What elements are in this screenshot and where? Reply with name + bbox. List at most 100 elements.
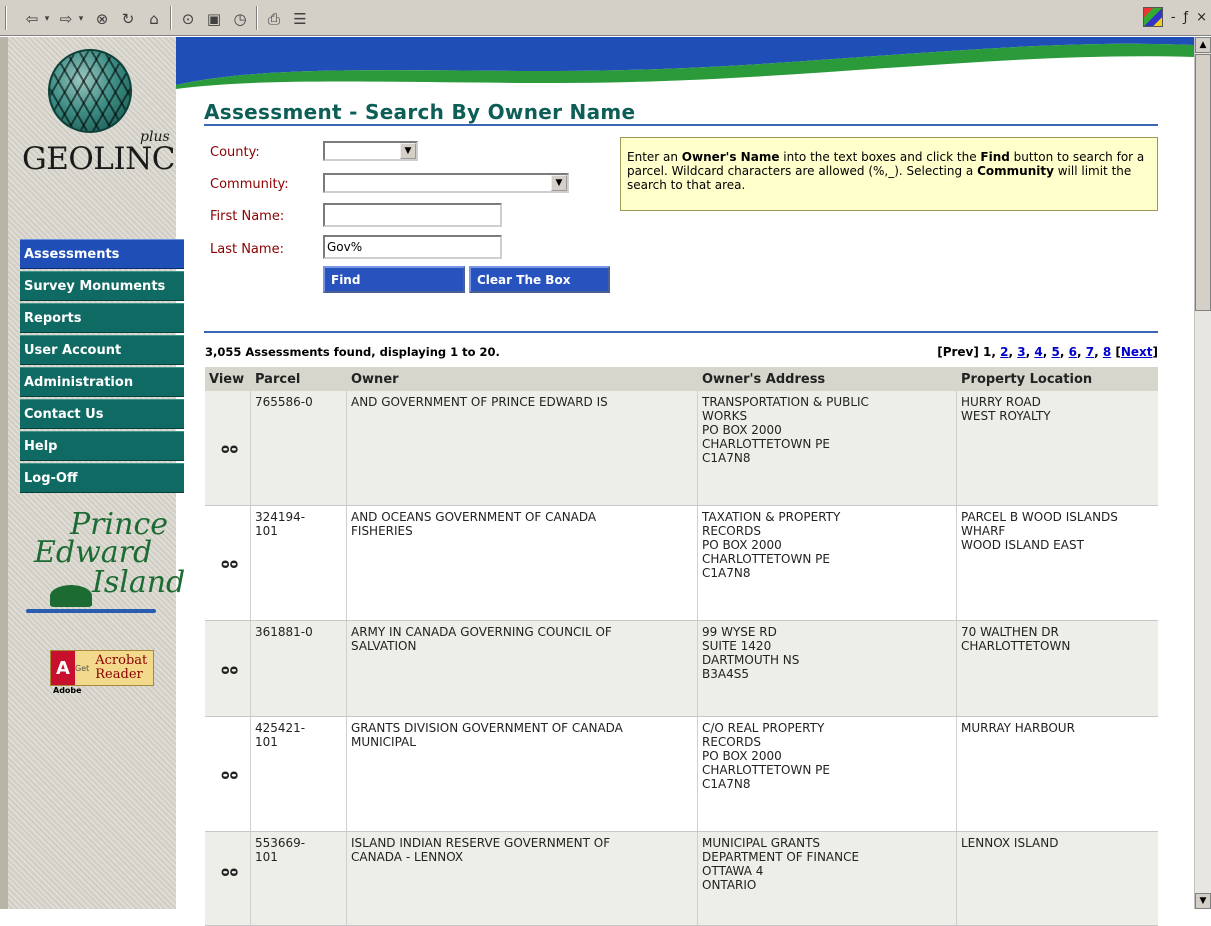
- refresh-icon[interactable]: ↻: [118, 9, 138, 29]
- view-cell: ᴑᴑ: [205, 717, 251, 831]
- help-text: Enter an: [627, 150, 682, 164]
- view-cell: ᴑᴑ: [205, 621, 251, 716]
- parcel-cell: 324194- 101: [251, 506, 347, 620]
- adobe-label: Adobe: [53, 686, 82, 695]
- last-name-label: Last Name:: [210, 242, 284, 257]
- divider: [204, 331, 1158, 333]
- brand-logo: GEOLINC: [22, 141, 175, 177]
- scroll-up-icon[interactable]: ▲: [1195, 37, 1211, 53]
- scroll-thumb[interactable]: [1195, 54, 1211, 311]
- table-row: ᴑᴑ 765586-0 AND GOVERNMENT OF PRINCE EDW…: [205, 391, 1158, 506]
- result-count: 3,055 Assessments found, displaying 1 to…: [205, 345, 500, 359]
- address-cell: 99 WYSE RD SUITE 1420 DARTMOUTH NS B3A4S…: [698, 621, 957, 716]
- nav-item-assessments[interactable]: Assessments: [20, 239, 184, 269]
- page-link[interactable]: 3: [1017, 345, 1025, 359]
- toolbar-separator: [256, 6, 258, 30]
- first-name-input[interactable]: [323, 203, 502, 227]
- page-link[interactable]: 6: [1069, 345, 1077, 359]
- back-icon[interactable]: ⇦: [22, 9, 42, 29]
- sidebar: GEOLINC plus Assessments Survey Monument…: [0, 37, 185, 909]
- back-dropdown-icon[interactable]: ▾: [42, 9, 52, 29]
- chevron-down-icon[interactable]: ▼: [551, 175, 567, 191]
- wave-icon: [26, 609, 156, 613]
- header-parcel: Parcel: [255, 371, 301, 387]
- pei-logo[interactable]: Prince Edward Island: [22, 507, 185, 617]
- page-link[interactable]: 4: [1034, 345, 1042, 359]
- owner-cell: AND GOVERNMENT OF PRINCE EDWARD IS: [347, 391, 698, 505]
- community-select[interactable]: ▼: [323, 173, 569, 193]
- page-link[interactable]: 7: [1086, 345, 1094, 359]
- table-row: ᴑᴑ 361881-0 ARMY IN CANADA GOVERNING COU…: [205, 621, 1158, 717]
- location-cell: 70 WALTHEN DR CHARLOTTETOWN: [961, 625, 1071, 653]
- location-cell: PARCEL B WOOD ISLANDS WHARF WOOD ISLAND …: [961, 510, 1118, 552]
- restore-button[interactable]: ƒ: [1184, 10, 1189, 25]
- home-icon[interactable]: ⌂: [144, 9, 164, 29]
- toolbar-separator: [170, 6, 172, 30]
- search-icon[interactable]: ⊙: [178, 9, 198, 29]
- minimize-button[interactable]: -: [1171, 10, 1176, 25]
- help-emphasis: Owner's Name: [681, 150, 780, 164]
- vertical-scrollbar[interactable]: ▲ ▼: [1194, 37, 1211, 909]
- help-box: Enter an Owner's Name into the text boxe…: [620, 137, 1158, 211]
- favorites-icon[interactable]: ▣: [204, 9, 224, 29]
- wave-banner-icon: [176, 37, 1194, 89]
- browser-toolbar: ⇦ ▾ ⇨ ▾ ⊗ ↻ ⌂ ⊙ ▣ ◷ ⎙ ☰ - ƒ ×: [0, 0, 1211, 36]
- close-button[interactable]: ×: [1196, 10, 1207, 25]
- nav-item-help[interactable]: Help: [20, 431, 184, 461]
- header-view: View: [209, 371, 245, 387]
- toolbar-grip: [5, 6, 7, 30]
- results-table: View Parcel Owner Owner's Address Proper…: [205, 367, 1158, 926]
- header-banner: [176, 37, 1194, 89]
- address-cell: C/O REAL PROPERTY RECORDS PO BOX 2000 CH…: [698, 717, 957, 831]
- county-select[interactable]: ▼: [323, 141, 418, 161]
- location-cell: MURRAY HARBOUR: [961, 721, 1075, 735]
- forward-icon[interactable]: ⇨: [56, 9, 76, 29]
- next-link[interactable]: Next: [1121, 345, 1153, 359]
- view-cell: ᴑᴑ: [205, 391, 251, 505]
- binoculars-icon[interactable]: ᴑᴑ: [221, 866, 238, 880]
- owner-cell: AND OCEANS GOVERNMENT OF CANADA FISHERIE…: [347, 506, 698, 620]
- location-cell: HURRY ROAD WEST ROYALTY: [961, 395, 1051, 423]
- print-icon[interactable]: ⎙: [264, 9, 284, 29]
- owner-cell: ARMY IN CANADA GOVERNING COUNCIL OF SALV…: [347, 621, 698, 716]
- stop-icon[interactable]: ⊗: [92, 9, 112, 29]
- forward-dropdown-icon[interactable]: ▾: [76, 9, 86, 29]
- first-name-label: First Name:: [210, 209, 285, 224]
- nav-item-administration[interactable]: Administration: [20, 367, 184, 397]
- page-link[interactable]: 5: [1051, 345, 1059, 359]
- brand-suffix: plus: [140, 129, 170, 145]
- help-text: into the text boxes and click the: [779, 150, 981, 164]
- binoculars-icon[interactable]: ᴑᴑ: [221, 769, 238, 783]
- nav-item-survey-monuments[interactable]: Survey Monuments: [20, 271, 184, 301]
- county-label: County:: [210, 145, 260, 160]
- acrobat-line-2: Reader: [95, 667, 143, 682]
- binoculars-icon[interactable]: ᴑᴑ: [221, 443, 238, 457]
- nav-item-log-off[interactable]: Log-Off: [20, 463, 184, 493]
- binoculars-icon[interactable]: ᴑᴑ: [221, 558, 238, 572]
- windows-logo-icon: [1142, 7, 1163, 27]
- nav-item-contact-us[interactable]: Contact Us: [20, 399, 184, 429]
- window-controls: - ƒ ×: [1142, 6, 1207, 28]
- divider: [204, 124, 1158, 126]
- acrobat-line-1: Acrobat: [95, 653, 148, 668]
- location-cell: LENNOX ISLAND: [961, 836, 1059, 850]
- nav-item-reports[interactable]: Reports: [20, 303, 184, 333]
- page-title: Assessment - Search By Owner Name: [204, 100, 636, 124]
- header-owner: Owner: [351, 371, 399, 387]
- history-icon[interactable]: ◷: [230, 9, 250, 29]
- page-link[interactable]: 2: [1000, 345, 1008, 359]
- last-name-input[interactable]: Gov%: [323, 235, 502, 259]
- table-row: ᴑᴑ 425421- 101 GRANTS DIVISION GOVERNMEN…: [205, 717, 1158, 832]
- get-acrobat-reader-link[interactable]: A Get Acrobat Reader Adobe: [50, 650, 154, 695]
- help-emphasis: Community: [977, 164, 1054, 178]
- edit-icon[interactable]: ☰: [290, 9, 310, 29]
- adobe-logo-icon: A: [51, 651, 75, 685]
- binoculars-icon[interactable]: ᴑᴑ: [221, 664, 238, 678]
- nav-item-user-account[interactable]: User Account: [20, 335, 184, 365]
- scroll-down-icon[interactable]: ▼: [1195, 893, 1211, 909]
- find-button[interactable]: Find: [323, 266, 465, 293]
- page-link[interactable]: 8: [1103, 345, 1111, 359]
- clear-button[interactable]: Clear The Box: [469, 266, 610, 293]
- chevron-down-icon[interactable]: ▼: [400, 143, 416, 159]
- pagination: [Prev] 1, 2, 3, 4, 5, 6, 7, 8 [Next]: [937, 345, 1158, 359]
